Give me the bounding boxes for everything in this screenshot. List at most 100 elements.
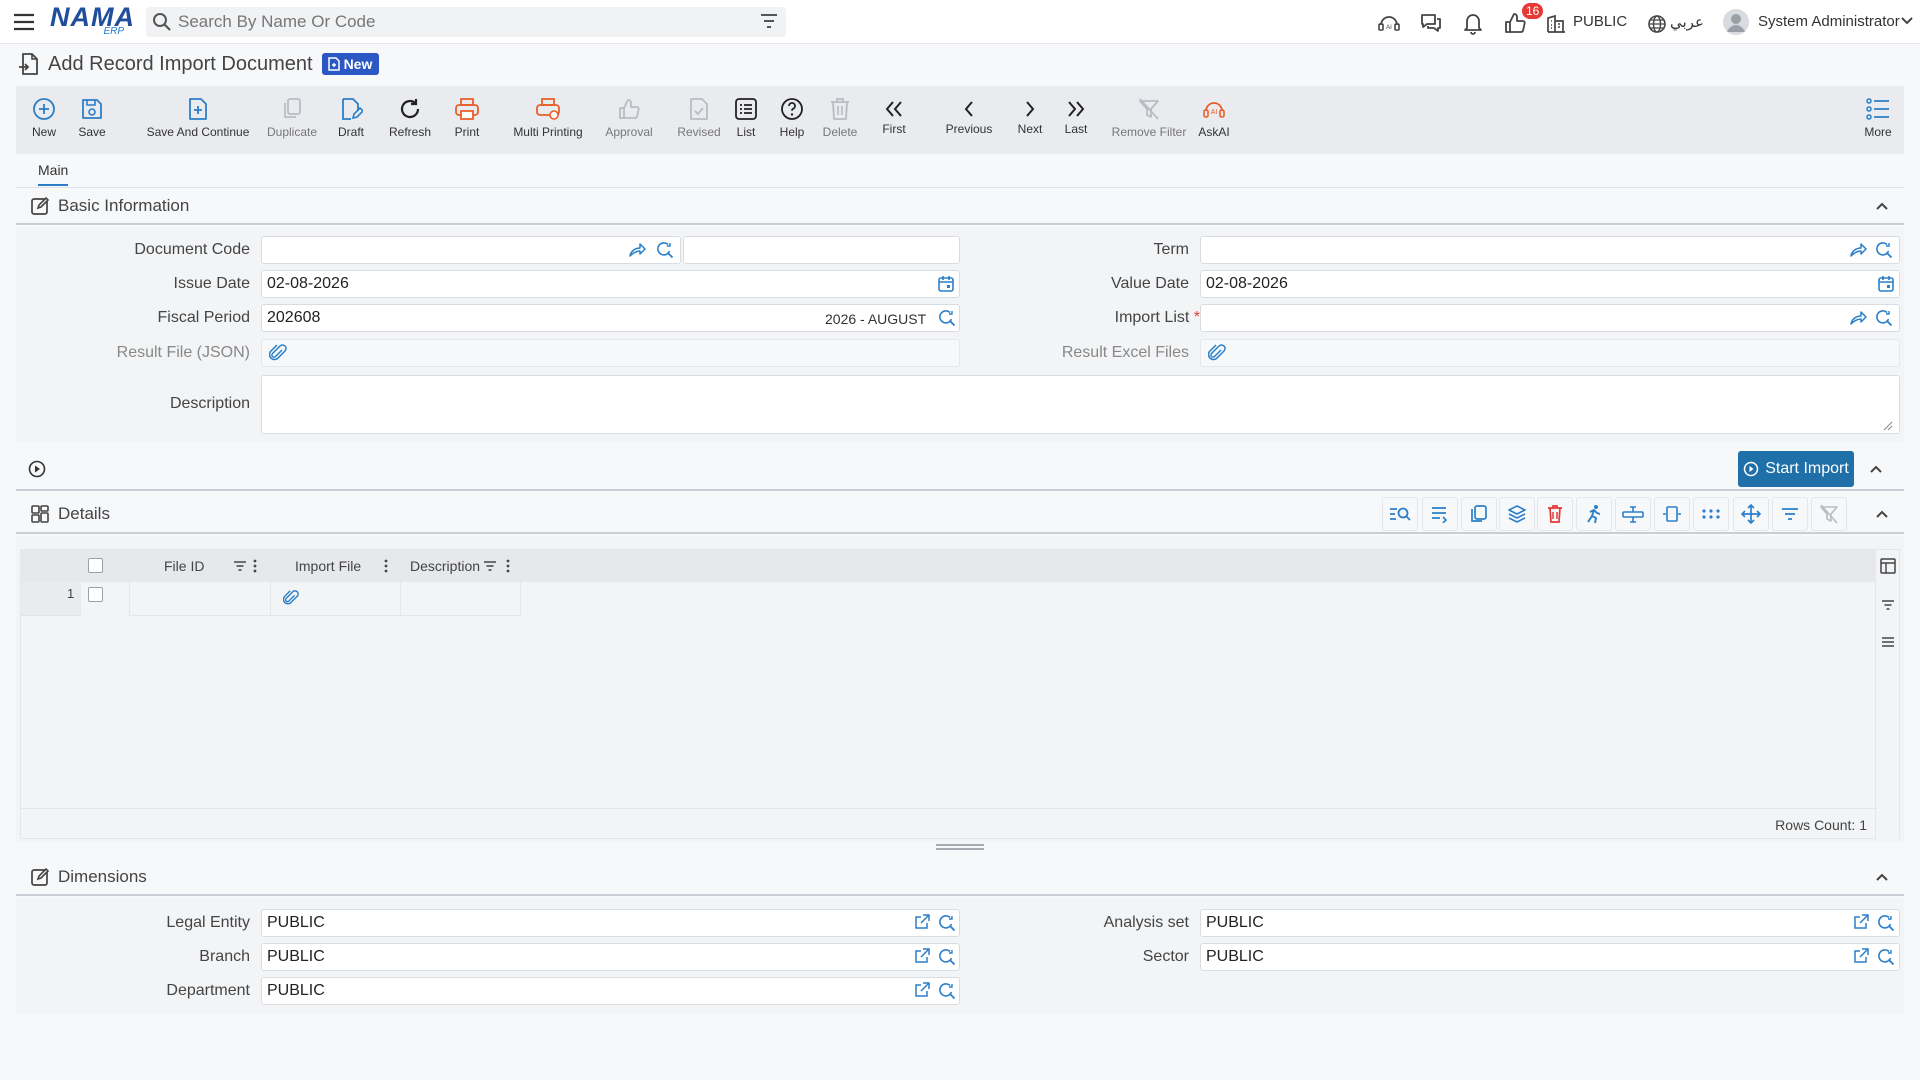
- document-code-name-field[interactable]: [683, 236, 960, 264]
- collapse-chevron-icon[interactable]: [1874, 506, 1890, 522]
- sector-field[interactable]: PUBLIC: [1200, 943, 1900, 971]
- row-checkbox[interactable]: [88, 587, 103, 602]
- paperclip-icon[interactable]: [269, 344, 287, 362]
- user-name[interactable]: System Administrator: [1758, 13, 1900, 30]
- run-button[interactable]: [1576, 497, 1612, 531]
- lookup-search-icon[interactable]: [938, 309, 956, 327]
- clear-filter-button[interactable]: [1811, 497, 1847, 531]
- last-button[interactable]: Last: [1060, 86, 1092, 154]
- dots-grid-button[interactable]: [1693, 497, 1729, 531]
- share-icon[interactable]: [1849, 241, 1867, 259]
- cell-file-id[interactable]: [129, 582, 271, 616]
- columns-icon[interactable]: [1880, 558, 1896, 574]
- column-menu-icon[interactable]: [506, 559, 510, 573]
- share-icon[interactable]: [1849, 309, 1867, 327]
- list-button[interactable]: List: [726, 86, 766, 154]
- lookup-search-icon[interactable]: [938, 982, 956, 1000]
- revised-button[interactable]: Revised: [668, 86, 730, 154]
- import-list-field[interactable]: [1200, 304, 1900, 332]
- table-row[interactable]: 1: [21, 582, 521, 616]
- start-import-button[interactable]: Start Import: [1738, 451, 1854, 487]
- collapse-chevron-icon[interactable]: [1868, 461, 1884, 477]
- company-name[interactable]: PUBLIC: [1573, 13, 1627, 30]
- collapse-chevron-icon[interactable]: [1874, 869, 1890, 885]
- globe-icon[interactable]: [1646, 11, 1668, 37]
- logo[interactable]: NAMA ERP: [50, 4, 134, 38]
- basic-information-header[interactable]: Basic Information: [16, 189, 1904, 225]
- tab-main[interactable]: Main: [38, 162, 69, 186]
- column-header-import-file[interactable]: Import File: [295, 558, 361, 574]
- search-rows-button[interactable]: [1382, 497, 1418, 531]
- column-menu-icon[interactable]: [253, 559, 257, 573]
- value-date-field[interactable]: 02-08-2026: [1200, 270, 1900, 298]
- more-button[interactable]: More: [1860, 86, 1896, 154]
- insert-row-button[interactable]: [1422, 497, 1458, 531]
- print-button[interactable]: Print: [444, 86, 490, 154]
- fiscal-period-field[interactable]: 202608 2026 - AUGUST: [261, 304, 960, 332]
- column-header-file-id[interactable]: File ID: [164, 558, 204, 574]
- department-field[interactable]: PUBLIC: [261, 977, 960, 1005]
- legal-entity-field[interactable]: PUBLIC: [261, 909, 960, 937]
- filter-button[interactable]: [1772, 497, 1808, 531]
- previous-button[interactable]: Previous: [940, 86, 998, 154]
- result-file-field[interactable]: [261, 339, 960, 367]
- lookup-search-icon[interactable]: [1875, 241, 1893, 259]
- move-button[interactable]: [1733, 497, 1769, 531]
- result-excel-field[interactable]: [1200, 339, 1900, 367]
- menu-icon[interactable]: [12, 10, 36, 34]
- dimensions-header[interactable]: Dimensions: [16, 860, 1904, 896]
- menu-lines-icon[interactable]: [1881, 636, 1895, 648]
- lookup-search-icon[interactable]: [1875, 309, 1893, 327]
- filter-icon[interactable]: [1881, 599, 1895, 611]
- layers-button[interactable]: [1499, 497, 1535, 531]
- lookup-search-icon[interactable]: [938, 914, 956, 932]
- chat-icon[interactable]: [1418, 10, 1444, 36]
- save-button[interactable]: Save: [72, 86, 112, 154]
- delete-row-button[interactable]: [1537, 497, 1573, 531]
- lookup-search-icon[interactable]: [1877, 914, 1895, 932]
- resize-handle-icon[interactable]: [1883, 421, 1893, 431]
- resize-grip-icon[interactable]: [936, 843, 984, 851]
- collapse-chevron-icon[interactable]: [1874, 198, 1890, 214]
- save-and-continue-button[interactable]: Save And Continue: [130, 86, 266, 154]
- play-circle-icon[interactable]: [28, 460, 46, 478]
- approval-button[interactable]: Approval: [598, 86, 660, 154]
- column-filter-icon[interactable]: [483, 560, 497, 572]
- share-icon[interactable]: [628, 241, 646, 259]
- remove-filter-button[interactable]: Remove Filter: [1108, 86, 1190, 154]
- open-external-icon[interactable]: [914, 982, 930, 998]
- column-header-description[interactable]: Description: [410, 558, 480, 574]
- multi-printing-button[interactable]: Multi Printing: [500, 86, 596, 154]
- column-menu-icon[interactable]: [384, 559, 388, 573]
- analysis-set-field[interactable]: PUBLIC: [1200, 909, 1900, 937]
- new-button[interactable]: New: [26, 86, 62, 154]
- language-switch[interactable]: عربي: [1670, 13, 1704, 31]
- fit-columns-button[interactable]: [1654, 497, 1690, 531]
- duplicate-button[interactable]: Duplicate: [258, 86, 326, 154]
- description-textarea[interactable]: [261, 375, 1900, 434]
- document-code-field[interactable]: [261, 236, 681, 264]
- cell-description[interactable]: [401, 582, 521, 616]
- select-all-checkbox[interactable]: [88, 558, 103, 573]
- draft-button[interactable]: Draft: [326, 86, 376, 154]
- open-external-icon[interactable]: [1853, 948, 1869, 964]
- calendar-icon[interactable]: [1878, 275, 1894, 293]
- paperclip-icon[interactable]: [1208, 344, 1226, 362]
- cell-import-file[interactable]: [271, 582, 401, 616]
- search-input[interactable]: [178, 11, 738, 33]
- lookup-search-icon[interactable]: [938, 948, 956, 966]
- refresh-button[interactable]: Refresh: [382, 86, 438, 154]
- fill-down-button[interactable]: [1615, 497, 1651, 531]
- bell-icon[interactable]: [1460, 10, 1486, 36]
- askai-button[interactable]: AI AskAI: [1192, 86, 1236, 154]
- branch-field[interactable]: PUBLIC: [261, 943, 960, 971]
- lookup-search-icon[interactable]: [656, 241, 674, 259]
- copy-row-button[interactable]: [1461, 497, 1497, 531]
- first-button[interactable]: First: [878, 86, 910, 154]
- open-external-icon[interactable]: [1853, 914, 1869, 930]
- issue-date-field[interactable]: 02-08-2026: [261, 270, 960, 298]
- term-field[interactable]: [1200, 236, 1900, 264]
- paperclip-icon[interactable]: [283, 590, 299, 606]
- lookup-search-icon[interactable]: [1877, 948, 1895, 966]
- next-button[interactable]: Next: [1010, 86, 1050, 154]
